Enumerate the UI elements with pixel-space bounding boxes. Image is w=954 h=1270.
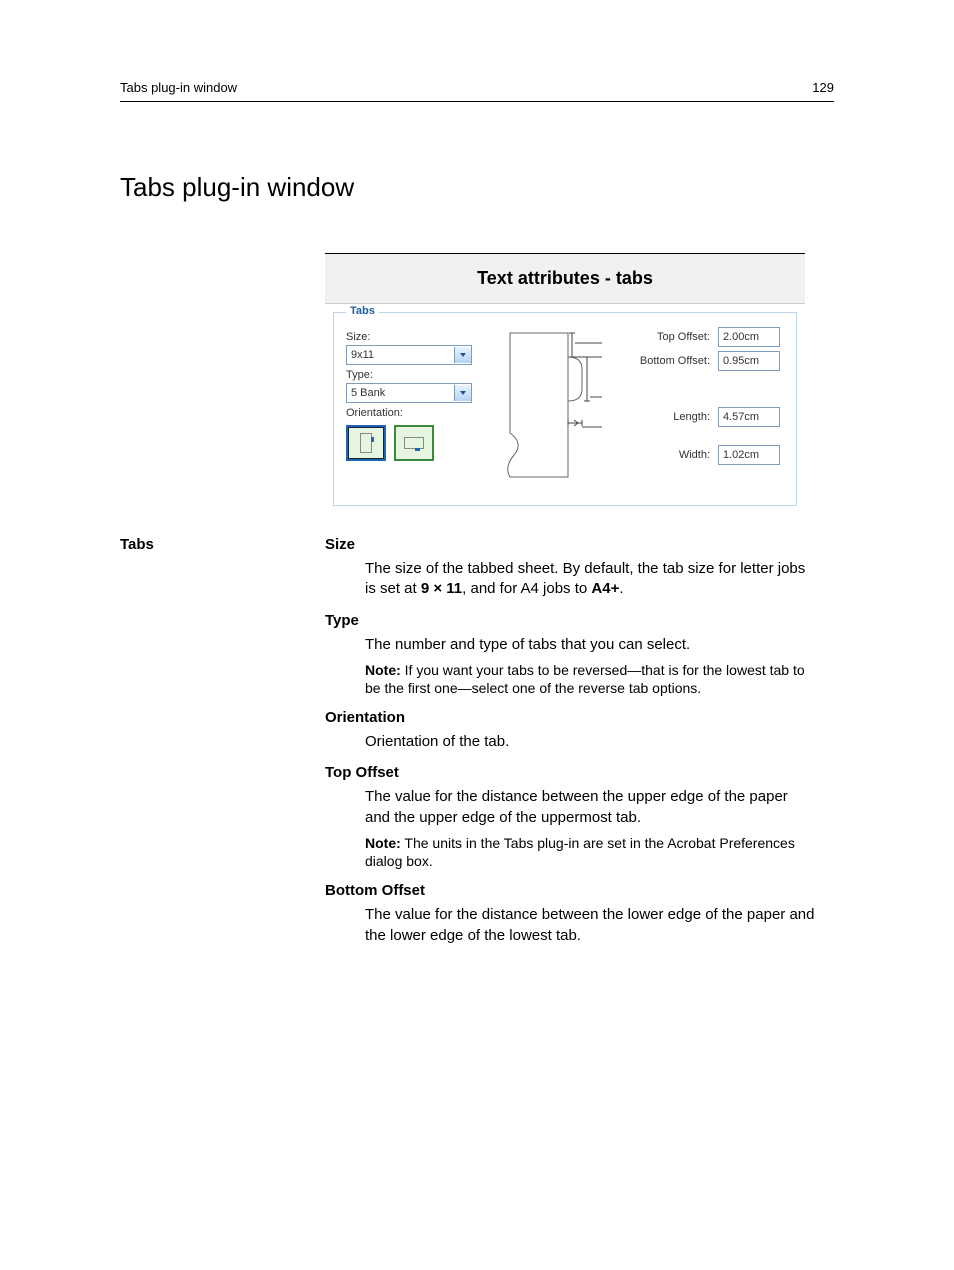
def-type-note: Note: If you want your tabs to be revers… (365, 661, 815, 697)
orientation-buttons (346, 425, 476, 461)
def-orientation-body: Orientation of the tab. (365, 732, 815, 752)
size-dropdown[interactable]: 9x11 (346, 345, 472, 365)
type-label: Type: (346, 369, 476, 381)
groupbox-legend: Tabs (346, 305, 379, 317)
running-header: Tabs plug-in window 129 (120, 80, 834, 102)
def-orientation-title: Orientation (325, 709, 815, 726)
def-size-body-bold2: A4+ (591, 580, 619, 597)
size-label: Size: (346, 331, 476, 343)
measurements-column: Top Offset: Bottom Offset: Length: (630, 327, 780, 465)
type-dropdown[interactable]: 5 Bank (346, 383, 472, 403)
def-bottomoffset-body: The value for the distance between the l… (365, 905, 815, 946)
width-field-label: Width: (630, 449, 710, 461)
portrait-icon (360, 433, 372, 453)
type-dropdown-value: 5 Bank (351, 387, 385, 399)
def-size-body-bold1: 9 × 11 (421, 580, 462, 597)
def-bottomoffset-title: Bottom Offset (325, 882, 815, 899)
middle-column: Top Offset: Bottom Offset: Length: (502, 327, 780, 487)
def-size-body-part2: , and for A4 jobs to (462, 580, 591, 597)
def-topoffset-title: Top Offset (325, 764, 815, 781)
header-page-number: 129 (812, 80, 834, 95)
figure-caption: Text attributes - tabs (325, 254, 805, 304)
left-controls-column: Size: 9x11 Type: 5 Bank Orie (346, 327, 476, 461)
def-type-title: Type (325, 612, 815, 629)
definitions-block: Tabs Size The size of the tabbed sheet. … (325, 536, 815, 946)
length-field-label: Length: (630, 411, 710, 423)
bottom-offset-field-label: Bottom Offset: (630, 355, 710, 367)
def-type-body: The number and type of tabs that you can… (365, 635, 815, 655)
bottom-offset-row: Bottom Offset: (630, 351, 780, 371)
orientation-label: Orientation: (346, 407, 476, 419)
length-input[interactable] (718, 407, 780, 427)
width-input[interactable] (718, 445, 780, 465)
def-topoffset-body: The value for the distance between the u… (365, 787, 815, 828)
landscape-icon (404, 437, 424, 449)
tabs-attributes-panel: Tabs Size: 9x11 Type: 5 Bank (325, 304, 805, 514)
def-topoffset-note: Note: The units in the Tabs plug-in are … (365, 834, 815, 870)
size-dropdown-value: 9x11 (351, 349, 374, 361)
definitions-section-label: Tabs (120, 536, 154, 553)
tabs-groupbox: Tabs Size: 9x11 Type: 5 Bank (333, 312, 797, 506)
width-row: Width: (630, 445, 780, 465)
figure-block: Text attributes - tabs Tabs Size: 9x11 T… (325, 253, 805, 514)
top-offset-row: Top Offset: (630, 327, 780, 347)
top-offset-field-label: Top Offset: (630, 331, 710, 343)
bottom-offset-input[interactable] (718, 351, 780, 371)
orientation-portrait-button[interactable] (346, 425, 386, 461)
page: Tabs plug-in window 129 Tabs plug-in win… (0, 0, 954, 1270)
top-offset-input[interactable] (718, 327, 780, 347)
header-left: Tabs plug-in window (120, 80, 237, 95)
chevron-down-icon[interactable] (454, 385, 471, 401)
page-title: Tabs plug-in window (120, 172, 834, 203)
def-size-body: The size of the tabbed sheet. By default… (365, 559, 815, 600)
chevron-down-icon[interactable] (454, 347, 471, 363)
orientation-landscape-button[interactable] (394, 425, 434, 461)
def-size-body-part3: . (619, 580, 623, 597)
length-row: Length: (630, 407, 780, 427)
tab-page-diagram-icon (502, 327, 612, 487)
def-size-title: Size (325, 536, 815, 553)
